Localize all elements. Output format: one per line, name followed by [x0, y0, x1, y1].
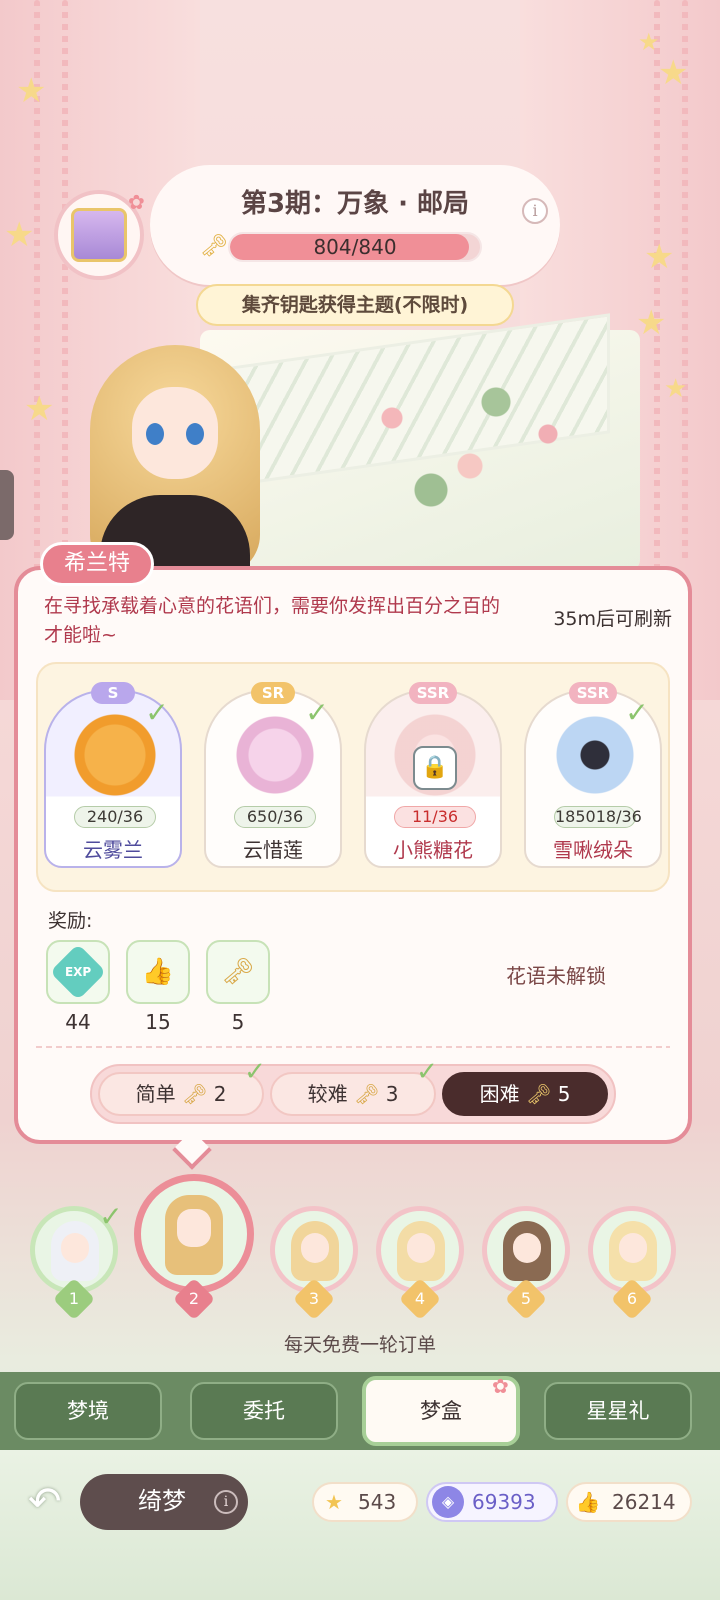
check-icon: ✓ — [305, 696, 329, 729]
avatar-face — [301, 1233, 329, 1263]
exp-icon: EXP — [49, 943, 107, 1001]
unlock-status: 花语未解锁 — [506, 964, 606, 988]
character-eye — [186, 423, 204, 445]
key-icon: 🗝 — [525, 1082, 552, 1106]
info-icon[interactable]: i — [214, 1490, 238, 1514]
key-icon: 🗝 — [353, 1082, 380, 1106]
flower-count: 185018/36 — [554, 806, 642, 828]
key-icon: 🗝 — [221, 957, 255, 987]
reward-amount: 5 — [231, 1010, 245, 1034]
rarity-badge: S — [91, 682, 135, 704]
check-icon: ✓ — [625, 696, 649, 729]
character-name-tag: 希兰特 — [40, 542, 154, 586]
key-icon: 🗝 — [181, 1082, 208, 1106]
chest-icon — [71, 208, 127, 262]
star-decoration-icon: ★ — [24, 389, 55, 429]
difficulty-expert-button[interactable]: 困难 🗝 5 — [442, 1072, 608, 1116]
bead-string — [62, 0, 68, 560]
reward-amount: 15 — [145, 1010, 171, 1034]
customer-avatar-2[interactable] — [134, 1174, 254, 1294]
rarity-badge: SSR — [409, 682, 457, 704]
flower-count: 240/36 — [74, 806, 156, 828]
check-icon: ✓ — [145, 696, 169, 729]
key-reward-tile[interactable]: 🗝 — [206, 940, 270, 1004]
flower-count: 11/36 — [394, 806, 476, 828]
avatar-number-badge: 3 — [292, 1277, 336, 1321]
exp-reward-tile[interactable]: EXP — [46, 940, 110, 1004]
check-icon: ✓ — [99, 1200, 123, 1233]
info-icon[interactable]: i — [522, 198, 548, 224]
avatar-face — [61, 1233, 89, 1263]
flower-badge-icon: ✿ — [128, 190, 145, 214]
star-decoration-icon: ★ — [664, 374, 688, 404]
avatar-face — [619, 1233, 647, 1263]
thumbs-up-icon: 👍 — [141, 957, 175, 987]
rarity-badge: SSR — [569, 682, 617, 704]
gem-icon: ◈ — [432, 1486, 464, 1518]
nav-tab-dreamland[interactable]: 梦境 — [14, 1382, 162, 1440]
avatar-face — [513, 1233, 541, 1263]
order-description: 在寻找承载着心意的花语们，需要你发挥出百分之百的才能啦~ — [44, 595, 501, 646]
key-progress-text: 804/840 — [313, 235, 397, 259]
star-decoration-icon: ★ — [658, 53, 689, 93]
check-icon: ✓ — [416, 1057, 438, 1087]
theme-title-panel: 第3期：万象 · 邮局 — [150, 165, 560, 285]
flower-vines — [340, 370, 600, 530]
side-expand-tab[interactable] — [0, 470, 14, 540]
flower-card[interactable]: 🔒 11/36 小熊糖花 — [364, 690, 502, 868]
collect-keys-banner: 集齐钥匙获得主题(不限时) — [196, 284, 514, 326]
star-decoration-icon: ★ — [4, 215, 35, 255]
reward-amount: 44 — [65, 1010, 91, 1034]
check-icon: ✓ — [244, 1057, 266, 1087]
nav-tab-commission[interactable]: 委托 — [190, 1382, 338, 1440]
flower-name: 雪啾绒朵 — [553, 838, 633, 862]
star-decoration-icon: ★ — [644, 237, 675, 277]
avatar-number-badge: 6 — [610, 1277, 654, 1321]
character-eye — [146, 423, 164, 445]
flower-badge-icon: ✿ — [492, 1374, 509, 1398]
free-order-note: 每天免费一轮订单 — [283, 1334, 436, 1356]
key-icon: 🗝 — [200, 234, 228, 259]
flower-count: 650/36 — [234, 806, 316, 828]
back-arrow-icon[interactable]: ↶ — [28, 1478, 84, 1526]
star-icon: ★ — [325, 1490, 343, 1514]
like-reward-tile[interactable]: 👍 — [126, 940, 190, 1004]
reward-label: 奖励: — [48, 910, 93, 932]
character-face — [132, 387, 218, 479]
star-decoration-icon: ★ — [636, 303, 667, 343]
flower-name: 云惜莲 — [243, 838, 303, 862]
rarity-badge: SR — [251, 682, 295, 704]
avatar-face — [407, 1233, 435, 1263]
nav-tab-star-gift[interactable]: 星星礼 — [544, 1382, 692, 1440]
avatar-face — [177, 1209, 211, 1247]
avatar-number-badge: 5 — [504, 1277, 548, 1321]
flower-name: 小熊糖花 — [393, 838, 473, 862]
key-progress-bar: 804/840 — [228, 232, 482, 262]
theme-title: 第3期：万象 · 邮局 — [240, 189, 470, 219]
lock-icon: 🔒 — [413, 746, 457, 790]
avatar-number-badge: 4 — [398, 1277, 442, 1321]
thumbs-up-icon: 👍 — [575, 1490, 601, 1514]
divider — [36, 1046, 670, 1048]
flower-name: 云雾兰 — [83, 838, 143, 862]
avatar-number-badge: 2 — [172, 1277, 216, 1321]
avatar-number-badge: 1 — [52, 1277, 96, 1321]
star-decoration-icon: ★ — [638, 28, 660, 56]
refresh-timer: 35m后可刷新 — [553, 608, 672, 630]
star-decoration-icon: ★ — [16, 71, 47, 111]
character-portrait — [80, 345, 270, 575]
